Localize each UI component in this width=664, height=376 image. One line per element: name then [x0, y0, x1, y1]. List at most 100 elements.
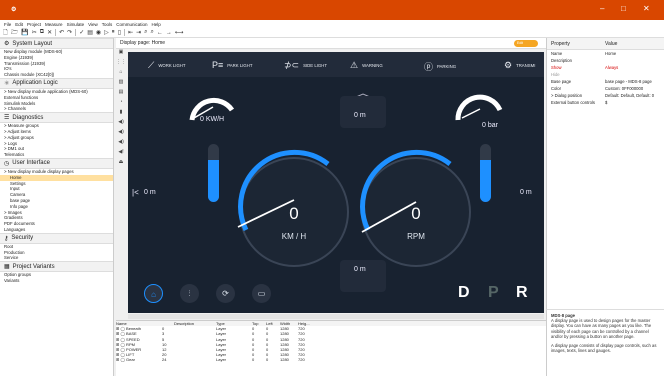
section-project-variants[interactable]: ▦ Project Variants — [0, 261, 113, 273]
table-cell: ⊞ ◯ Gear — [116, 357, 135, 363]
logic-icon: ⚛ — [4, 80, 10, 87]
bottom-distance-box — [340, 260, 386, 292]
menu-project[interactable]: Project — [27, 22, 41, 27]
zoom-out-icon[interactable]: ⌕ — [151, 29, 154, 36]
property-value[interactable]: Custom: 0FF000000 — [605, 85, 664, 92]
copy-icon[interactable]: ⧉ — [40, 29, 44, 36]
resize-icon[interactable]: ⟷ — [175, 29, 184, 36]
table-cell: 1280 — [280, 357, 289, 363]
table-cell: 0 — [266, 357, 269, 363]
properties-panel: Property Value Name Home Description Show Alw… — [546, 38, 664, 309]
play-icon[interactable]: ▷ — [104, 29, 109, 36]
pressure-needle — [461, 108, 481, 119]
section-title: Diagnostics — [12, 114, 44, 121]
property-row[interactable]: External button controls $ — [547, 99, 664, 106]
new-icon[interactable]: 🗋 — [3, 28, 8, 38]
camera-button[interactable]: ▭ — [252, 284, 271, 303]
menu-communication[interactable]: Communication — [116, 22, 147, 27]
menu-tools[interactable]: Tools — [102, 22, 113, 27]
property-row[interactable]: Hide — [547, 71, 664, 78]
image-icon[interactable]: ▨ — [119, 79, 124, 85]
open-icon[interactable]: 🗁 — [11, 28, 18, 38]
power-label: 0 KW/H — [200, 116, 225, 123]
property-value[interactable]: Always — [605, 64, 664, 71]
section-security[interactable]: ⚷ Security — [0, 232, 113, 244]
settings-button[interactable]: ⫶ — [180, 284, 199, 303]
sound-icon[interactable]: ◀) — [118, 139, 124, 145]
speed-unit: KM / H — [281, 232, 307, 241]
gear-park: P — [488, 284, 499, 301]
property-value[interactable]: Home — [605, 50, 664, 57]
pause-icon[interactable]: ⏸ — [112, 29, 115, 36]
check-icon[interactable]: ✓ — [79, 29, 84, 36]
sound-icon[interactable]: ◀) — [118, 129, 124, 135]
grid-icon[interactable]: ⋮⋮ — [116, 59, 126, 65]
menu-help[interactable]: Help — [152, 22, 161, 27]
menu-file[interactable]: File — [4, 22, 11, 27]
section-title: Application Logic — [12, 80, 58, 87]
property-value[interactable]: base page - MDS-8 page — [605, 78, 664, 85]
property-value[interactable] — [605, 57, 664, 64]
home-icon[interactable]: ⌂ — [119, 69, 122, 75]
section-title: System Layout — [12, 40, 53, 47]
property-row[interactable]: Name Home — [547, 50, 664, 57]
toolbar: 🗋 🗁 💾 ✂ ⧉ ✕ ↶ ↷ ✓ ▤ ◉ ▷ ⏸ ▯ ⇤ ⇥ ⌕ ⌕ ← → … — [0, 28, 664, 38]
property-name: External button controls — [551, 100, 595, 105]
table-row[interactable]: ⊞ ◯ Gear 24 Layer 0 0 1280 720 — [116, 357, 546, 362]
minimize-button[interactable]: – — [600, 4, 604, 13]
dashboard-canvas[interactable]: ⟋ WORK LIGHT P≡ PARK LIGHT ⊅⊂ SIDE LIGHT ⚠ W… — [128, 52, 544, 313]
gauge-icon[interactable]: ◔ — [119, 99, 122, 105]
section-diagnostics[interactable]: ☰ Diagnostics — [0, 112, 113, 124]
align-right-icon[interactable]: ⇥ — [136, 29, 141, 36]
list-item[interactable]: Variants — [0, 278, 113, 284]
property-name: Hide — [551, 72, 560, 77]
edit-toggle[interactable]: Edit — [514, 40, 538, 47]
connect-icon[interactable]: ◉ — [96, 29, 101, 36]
property-row[interactable]: Show Always — [547, 64, 664, 71]
property-row[interactable]: > Dialog position Default: Default, Defau… — [547, 92, 664, 99]
rpm-value: 0 — [411, 204, 421, 223]
horizontal-scrollbar[interactable] — [128, 314, 544, 319]
property-value[interactable] — [605, 71, 664, 78]
property-row[interactable]: Base page base page - MDS-8 page — [547, 78, 664, 85]
pointer-icon[interactable]: ▣ — [119, 49, 124, 55]
speed-value: 0 — [289, 204, 299, 223]
home-button[interactable]: ⌂ — [144, 284, 163, 303]
menu-edit[interactable]: Edit — [15, 22, 23, 27]
property-column-header: Property — [551, 40, 570, 47]
bar-icon[interactable]: ▮ — [120, 109, 123, 115]
page-title: Display page: Home — [120, 40, 166, 46]
arrow-right-icon[interactable]: → — [166, 30, 172, 36]
menu-simulate[interactable]: Simulate — [67, 22, 85, 27]
info-paragraph: A display page consists of display page … — [551, 343, 657, 354]
toolbar-divider — [124, 29, 126, 36]
refresh-button[interactable]: ⟳ — [216, 284, 235, 303]
property-row[interactable]: Color Custom: 0FF000000 — [547, 85, 664, 92]
property-value[interactable]: Default: Default, Default: 0 — [605, 92, 664, 99]
menu-measure[interactable]: Measure — [45, 22, 63, 27]
stop-icon[interactable]: ▯ — [118, 29, 121, 36]
build-icon[interactable]: ▤ — [87, 29, 93, 36]
alert-icon[interactable]: ◀! — [118, 149, 123, 155]
undo-icon[interactable]: ↶ — [59, 29, 64, 36]
property-row[interactable]: Description — [547, 57, 664, 64]
arrow-left-icon[interactable]: ← — [157, 30, 163, 36]
lock-icon[interactable]: ⏏ — [119, 159, 124, 165]
section-system-layout[interactable]: ⚙ System Layout — [0, 38, 113, 49]
maximize-button[interactable]: □ — [621, 4, 626, 13]
align-left-icon[interactable]: ⇤ — [128, 29, 133, 36]
redo-icon[interactable]: ↷ — [67, 29, 72, 36]
sound-icon[interactable]: ◀) — [118, 119, 124, 125]
text-icon[interactable]: ▤ — [119, 89, 124, 95]
section-application-logic[interactable]: ⚛ Application Logic — [0, 77, 113, 89]
zoom-in-icon[interactable]: ⌕ — [144, 29, 147, 36]
menu-view[interactable]: View — [88, 22, 98, 27]
section-user-interface[interactable]: ◷ User Interface — [0, 157, 113, 169]
property-value[interactable]: $ — [605, 99, 664, 106]
delete-icon[interactable]: ✕ — [47, 29, 52, 36]
save-icon[interactable]: 💾 — [21, 29, 28, 36]
cut-icon[interactable]: ✂ — [32, 29, 37, 36]
section-title: User Interface — [12, 160, 50, 167]
close-button[interactable]: ✕ — [643, 4, 650, 13]
info-panel: MDS-8 page A display page is used to des… — [546, 309, 664, 376]
